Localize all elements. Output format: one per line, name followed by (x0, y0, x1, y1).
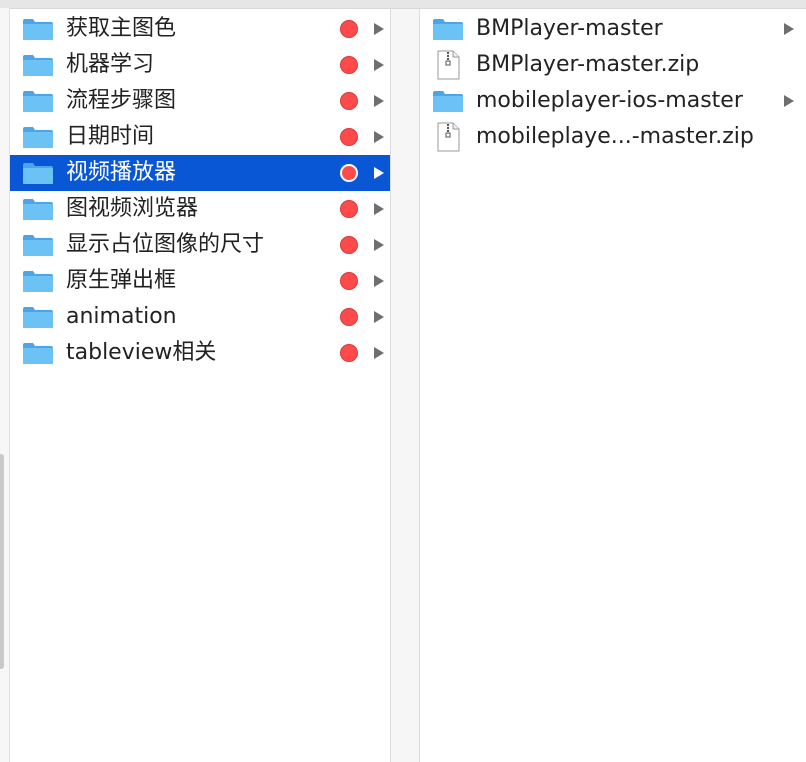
item-label: 显示占位图像的尺寸 (66, 232, 265, 257)
window-top-edge (0, 0, 806, 9)
folder-icon (23, 55, 53, 76)
folder-icon (23, 235, 53, 256)
list-item-folder-selected[interactable]: 视频播放器 (10, 155, 390, 191)
item-label: 视频播放器 (66, 160, 177, 185)
red-tag-icon (340, 272, 358, 290)
item-label: mobileplaye...-master.zip (476, 124, 754, 149)
item-label: 获取主图色 (66, 16, 177, 41)
folder-icon (433, 19, 463, 40)
item-label: 图视频浏览器 (66, 196, 199, 221)
list-item-folder[interactable]: 获取主图色 (10, 11, 390, 47)
list-item-file[interactable]: BMPlayer-master.zip (420, 47, 806, 83)
zip-file-icon (437, 122, 460, 152)
column-browser-pane-1: 获取主图色 机器学习 流程步骤图 日期时间 视频播放器 图视频浏览器 显示占位图… (10, 9, 391, 762)
red-tag-icon (340, 92, 358, 110)
item-label: BMPlayer-master.zip (476, 52, 700, 77)
item-label: 日期时间 (66, 124, 155, 149)
red-tag-icon (340, 308, 358, 326)
folder-icon (23, 127, 53, 148)
disclosure-arrow-icon (374, 23, 384, 35)
list-item-folder[interactable]: mobileplayer-ios-master (420, 83, 806, 119)
red-tag-icon (340, 20, 358, 38)
list-item-folder[interactable]: tableview相关 (10, 335, 390, 371)
item-label: tableview相关 (66, 340, 217, 365)
disclosure-arrow-icon (374, 347, 384, 359)
previous-column-edge (0, 8, 10, 762)
item-label: mobileplayer-ios-master (476, 88, 743, 113)
list-item-folder[interactable]: 日期时间 (10, 119, 390, 155)
disclosure-arrow-icon (374, 203, 384, 215)
list-item-folder[interactable]: BMPlayer-master (420, 11, 806, 47)
disclosure-arrow-icon (374, 239, 384, 251)
zip-file-icon (437, 50, 460, 80)
disclosure-arrow-icon (374, 311, 384, 323)
disclosure-arrow-icon (374, 275, 384, 287)
folder-icon (23, 199, 53, 220)
red-tag-icon (340, 128, 358, 146)
disclosure-arrow-icon (374, 167, 384, 179)
folder-icon (23, 343, 53, 364)
item-label: 原生弹出框 (66, 268, 177, 293)
disclosure-arrow-icon (374, 95, 384, 107)
folder-icon (23, 163, 53, 184)
disclosure-arrow-icon (374, 59, 384, 71)
red-tag-icon (340, 236, 358, 254)
folder-icon (23, 307, 53, 328)
folder-icon (23, 19, 53, 40)
finder-window: 获取主图色 机器学习 流程步骤图 日期时间 视频播放器 图视频浏览器 显示占位图… (0, 0, 806, 762)
red-tag-icon (340, 164, 358, 182)
disclosure-arrow-icon (784, 95, 794, 107)
red-tag-icon (340, 56, 358, 74)
item-label: 流程步骤图 (66, 88, 177, 113)
list-item-folder[interactable]: animation (10, 299, 390, 335)
disclosure-arrow-icon (784, 23, 794, 35)
list-item-folder[interactable]: 原生弹出框 (10, 263, 390, 299)
scrollbar-thumb[interactable] (0, 454, 4, 669)
column-resize-gutter[interactable] (391, 9, 420, 762)
folder-icon (433, 91, 463, 112)
list-item-folder[interactable]: 流程步骤图 (10, 83, 390, 119)
list-item-file[interactable]: mobileplaye...-master.zip (420, 119, 806, 155)
column-browser-pane-2: BMPlayer-master BMPlayer-master.zip mobi… (420, 9, 806, 762)
disclosure-arrow-icon (374, 131, 384, 143)
list-item-folder[interactable]: 图视频浏览器 (10, 191, 390, 227)
list-item-folder[interactable]: 机器学习 (10, 47, 390, 83)
folder-icon (23, 271, 53, 292)
item-label: 机器学习 (66, 52, 155, 77)
folder-icon (23, 91, 53, 112)
item-label: BMPlayer-master (476, 16, 663, 41)
red-tag-icon (340, 344, 358, 362)
red-tag-icon (340, 200, 358, 218)
item-label: animation (66, 304, 177, 329)
list-item-folder[interactable]: 显示占位图像的尺寸 (10, 227, 390, 263)
